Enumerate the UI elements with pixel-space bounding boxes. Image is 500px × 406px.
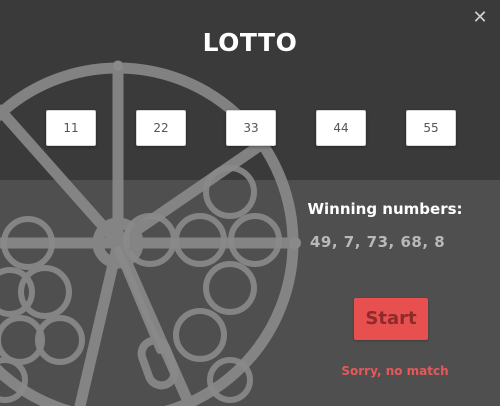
pick-input-2[interactable]: 22	[136, 110, 186, 146]
close-icon[interactable]: ✕	[472, 9, 488, 27]
status-message: Sorry, no match	[341, 364, 449, 378]
start-button[interactable]: Start	[354, 298, 428, 340]
pick-input-5[interactable]: 55	[406, 110, 456, 146]
lotto-window: ✕ LOTTO 11 22 33 44 55 Winning numbers: …	[0, 0, 500, 406]
winning-numbers-values: 49, 7, 73, 68, 8	[310, 233, 446, 251]
pick-input-3[interactable]: 33	[226, 110, 276, 146]
number-picks: 11 22 33 44 55	[0, 110, 500, 146]
winning-numbers-label: Winning numbers:	[307, 200, 463, 218]
pick-input-4[interactable]: 44	[316, 110, 366, 146]
pick-input-1[interactable]: 11	[46, 110, 96, 146]
header-band	[0, 0, 500, 180]
page-title: LOTTO	[202, 28, 298, 57]
